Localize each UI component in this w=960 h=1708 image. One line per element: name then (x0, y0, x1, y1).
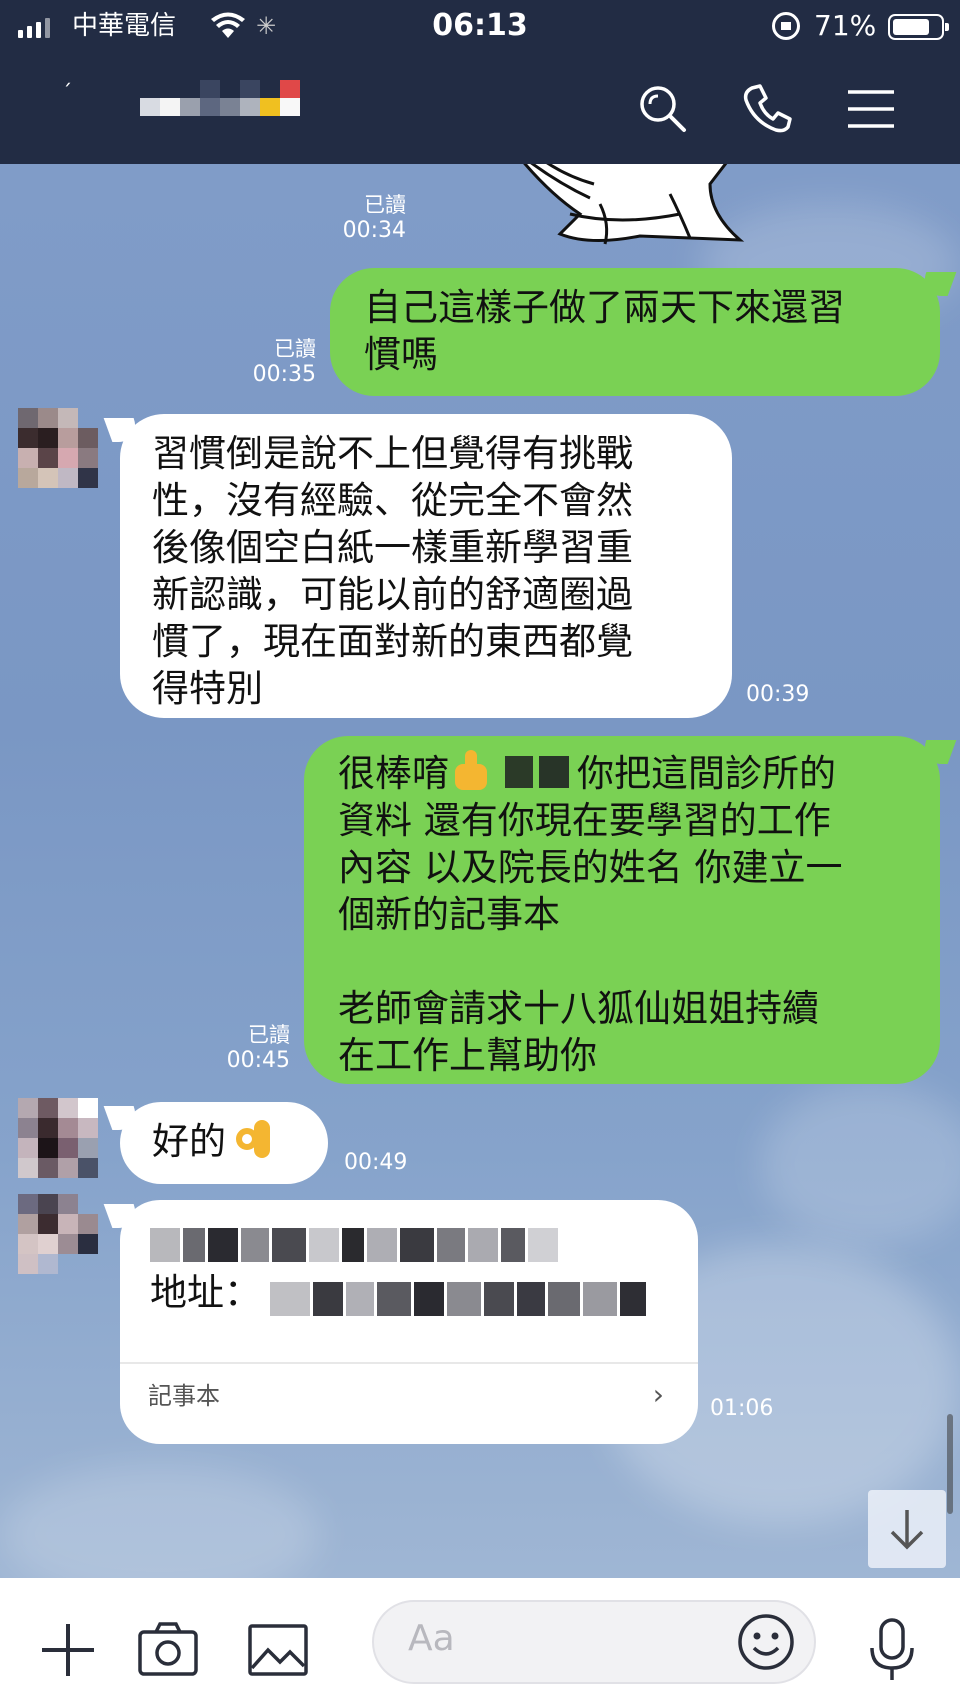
message-time: 00:45 (226, 1048, 290, 1073)
chevron-right-icon[interactable]: › (653, 1378, 664, 1411)
message-meta: 01:06 (710, 1396, 790, 1422)
incoming-message-bubble[interactable]: 習慣倒是說不上但覺得有挑戰 性，沒有經驗、從完全不會然 後像個空白紙一樣重新學習… (120, 414, 732, 718)
message-text-part: 你把這間診所的 (577, 752, 836, 795)
redacted-clinic-name (150, 1228, 558, 1262)
note-card[interactable]: 地址： 記事本 › (120, 1200, 698, 1444)
chat-title-redacted (140, 80, 300, 116)
message-time: 00:34 (342, 218, 406, 243)
scroll-to-bottom-button[interactable] (868, 1490, 946, 1568)
chat-header: ˊ (0, 52, 960, 164)
avatar[interactable] (18, 1194, 98, 1274)
message-text-part: 資料 還有你現在要學習的工作 內容 以及院長的姓名 你建立一 個新的記事本 老師… (338, 799, 843, 1077)
message-text: 習慣倒是說不上但覺得有挑戰 性，沒有經驗、從完全不會然 後像個空白紙一樣重新學習… (152, 432, 633, 710)
thumbs-up-icon (449, 750, 495, 790)
search-icon[interactable] (636, 82, 690, 136)
avatar[interactable] (18, 1098, 98, 1178)
battery-percent: 71% (814, 9, 877, 42)
message-time: 01:06 (710, 1396, 774, 1421)
message-time: 00:49 (344, 1150, 408, 1175)
incoming-message-bubble[interactable]: 好的 (120, 1102, 328, 1184)
redacted-name (495, 752, 577, 792)
read-receipt: 已讀 (274, 337, 316, 361)
image-icon[interactable] (246, 1618, 310, 1682)
plus-icon[interactable] (36, 1618, 100, 1682)
message-composer: Aa (0, 1578, 960, 1708)
scrollbar[interactable] (947, 1414, 953, 1514)
ok-hand-icon (232, 1120, 276, 1160)
status-bar: 中華電信 ✳ 06:13 71% (0, 0, 960, 52)
smile-icon[interactable] (736, 1612, 796, 1672)
message-text: 好的 (152, 1120, 226, 1163)
message-meta: 00:49 (344, 1150, 424, 1176)
message-text: 自己這樣子做了兩天下來還習 慣嗎 (364, 286, 845, 376)
sticker-image[interactable] (510, 164, 800, 258)
camera-icon[interactable] (136, 1618, 200, 1682)
message-time: 00:39 (746, 682, 810, 707)
message-meta: 00:39 (746, 682, 826, 708)
outgoing-message-bubble[interactable]: 自己這樣子做了兩天下來還習 慣嗎 (330, 268, 940, 396)
redacted-address (270, 1282, 646, 1316)
rotation-lock-icon (772, 12, 800, 40)
battery-icon (888, 14, 949, 40)
note-link-label[interactable]: 記事本 (148, 1376, 220, 1416)
message-text: 很棒唷 你把這間診所的 資料 還有你現在要學習的工作 內容 以及院長的姓名 你建立… (338, 750, 906, 1079)
input-placeholder: Aa (408, 1618, 455, 1659)
chat-message-list[interactable]: 已讀 00:34 已讀 00:35 自己這樣子做了兩天下來還習 慣嗎 習慣倒是說… (0, 164, 960, 1578)
message-time: 00:35 (252, 362, 316, 387)
arrow-down-icon (890, 1510, 924, 1550)
read-receipt: 已讀 (248, 1023, 290, 1047)
message-text-part: 很棒唷 (338, 752, 449, 795)
avatar[interactable] (18, 408, 98, 488)
read-receipt: 已讀 (364, 193, 406, 217)
message-input[interactable]: Aa (372, 1600, 816, 1684)
back-icon[interactable]: ˊ (62, 80, 76, 104)
message-meta: 已讀 00:35 (240, 336, 316, 388)
outgoing-message-bubble[interactable]: 很棒唷 你把這間診所的 資料 還有你現在要學習的工作 內容 以及院長的姓名 你建立… (304, 736, 940, 1084)
phone-icon[interactable] (740, 82, 794, 136)
message-meta: 已讀 00:45 (214, 1022, 290, 1074)
address-label: 地址： (150, 1271, 261, 1314)
menu-icon[interactable] (844, 82, 898, 136)
mic-icon[interactable] (864, 1618, 920, 1682)
message-meta: 已讀 00:34 (330, 192, 406, 244)
